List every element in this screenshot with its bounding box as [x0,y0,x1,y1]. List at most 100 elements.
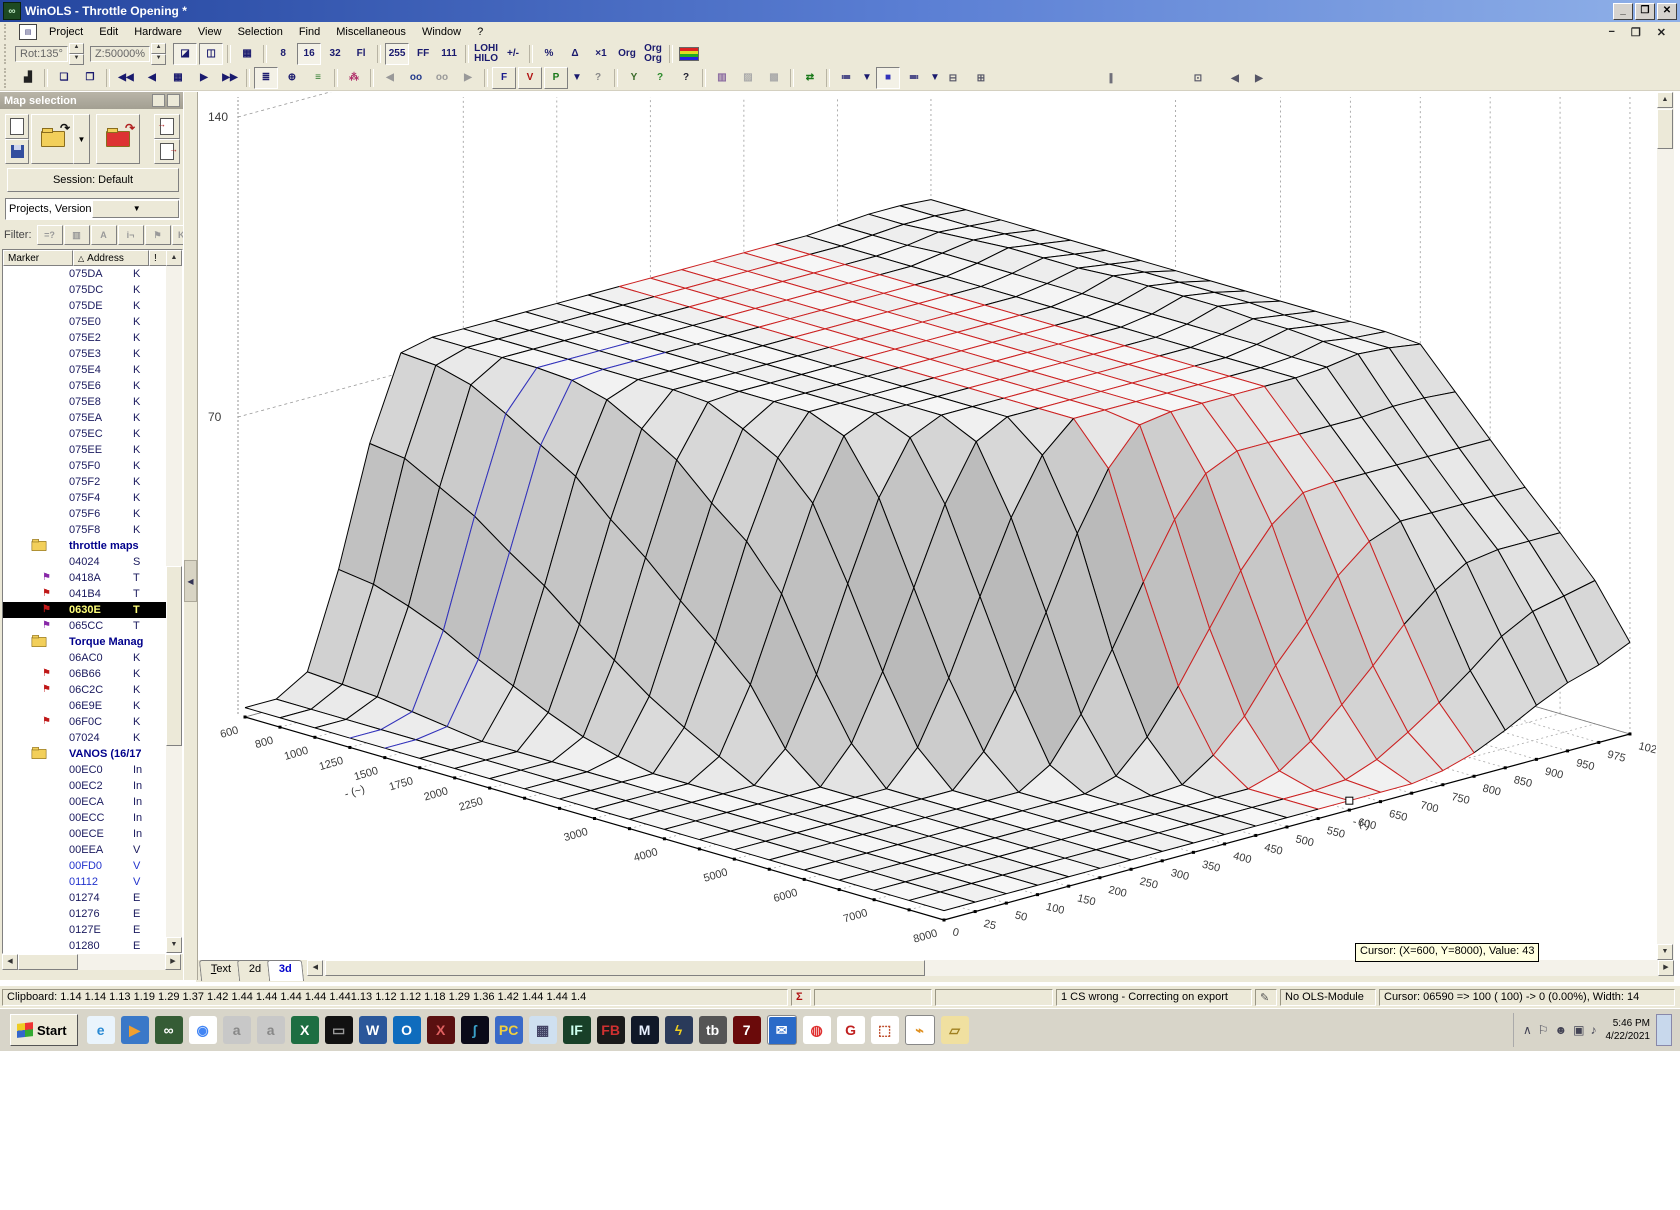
value-bin-button[interactable]: 111 [437,43,461,65]
ie-icon[interactable]: e [86,1016,115,1044]
map-list[interactable]: Marker △ Address ! 075DA K 075DC K 075DE K 075E… [2,249,183,954]
zoom-spinner[interactable]: Z:50000% ▲ ▼ [89,43,167,65]
view-3d-solid-button[interactable]: ◫ [199,43,224,65]
dark-app-icon[interactable]: ʃ [460,1016,489,1044]
drop-1-button[interactable]: ▼ [860,67,874,89]
map-row[interactable]: 00EEA V [3,842,182,858]
show-desktop-button[interactable] [1656,1014,1672,1046]
map-row[interactable]: ⚑ 06F0C K [3,714,182,730]
folder-row[interactable]: VANOS (16/17 [3,746,182,762]
panel-collapse-button[interactable]: ◀ [184,560,197,602]
list-options-2-button[interactable]: ≕ [902,67,926,89]
value-hex-button[interactable]: FF [411,43,435,65]
map-row[interactable]: 075F4 K [3,490,182,506]
map-row[interactable]: 075E4 K [3,362,182,378]
zoom-down-icon[interactable]: ▼ [151,54,167,65]
tile-vertical-icon[interactable]: ⊞ [969,68,993,90]
search-binocular-grey-button[interactable]: oo [430,67,454,89]
new-project-button[interactable] [5,114,29,139]
column-address[interactable]: △ Address [73,250,149,266]
map-wizard-button[interactable]: ▥ [710,67,734,89]
map-row[interactable]: ⚑ 065CC T [3,618,182,634]
menu-find[interactable]: Find [291,24,328,40]
map-row[interactable]: 075F2 K [3,474,182,490]
map-row[interactable]: 0127E E [3,922,182,938]
messenger-tray-icon[interactable]: ☻ [1555,1023,1568,1037]
view-drop-button[interactable]: ▼ [570,67,584,89]
map-row[interactable]: 075DA K [3,266,182,282]
filter-button[interactable]: Y [622,67,646,89]
grey-app-1-icon[interactable]: a [222,1016,251,1044]
script-button[interactable]: ≡ [306,67,330,89]
filter-button-2[interactable]: A [90,225,117,245]
if-app-icon[interactable]: IF [562,1016,591,1044]
filter-button-3[interactable]: i¬ [117,225,144,245]
view-3d-wire-button[interactable]: ◪ [173,43,198,65]
map-row[interactable]: 00ECE In [3,826,182,842]
map-row[interactable]: ⚑ 0418A T [3,570,182,586]
map-row[interactable]: 04024 S [3,554,182,570]
wrench-icon[interactable]: ⌁ [904,1015,935,1045]
map-row[interactable]: 00EC2 In [3,778,182,794]
grey-app-2-icon[interactable]: a [256,1016,285,1044]
close-button[interactable]: ✕ [1657,2,1677,20]
flag-tray-icon[interactable]: ⚐ [1538,1023,1549,1037]
window-new-icon[interactable]: ❏ [52,67,76,89]
filter-button-0[interactable]: =? [36,225,63,245]
window-arrange-icon[interactable]: ❐ [78,67,102,89]
map-row[interactable]: 00ECA In [3,794,182,810]
nav-first-button[interactable]: ◀◀ [114,67,138,89]
diff-next-button[interactable]: ▶ [456,67,480,89]
panel-title-bar[interactable]: Map selection [0,92,183,109]
list-vscroll-thumb[interactable] [166,566,182,746]
x-ee-icon[interactable]: X [426,1016,455,1044]
start-button[interactable]: Start [10,1014,78,1046]
session-button[interactable]: Session: Default [7,168,179,192]
tb-circle-icon[interactable]: tb [698,1016,727,1044]
map-wizard-3-button[interactable]: ▩ [762,67,786,89]
column-marker[interactable]: Marker [3,250,73,266]
map-row[interactable]: 075DE K [3,298,182,314]
drop-2-button[interactable]: ▼ [928,67,942,89]
pc-app-icon[interactable]: PC [494,1016,523,1044]
map-row[interactable]: 075E8 K [3,394,182,410]
show-project-button[interactable]: P [544,67,568,89]
rot-up-icon[interactable]: ▲ [68,43,84,54]
word-icon[interactable]: W [358,1016,387,1044]
sign-button[interactable]: +/- [501,43,525,65]
export-refresh-button[interactable]: ⇄ [798,67,822,89]
nav-next-button[interactable]: ▶ [192,67,216,89]
pause-columns-icon[interactable]: ∥ [1099,68,1123,90]
menu-window[interactable]: Window [414,24,469,40]
map-row[interactable]: 01280 E [3,938,182,953]
menu-?[interactable]: ? [469,24,491,40]
opera-privacy-icon[interactable]: ◍ [802,1016,831,1044]
diff-prev-button[interactable]: ◀ [378,67,402,89]
map-row[interactable]: 01276 E [3,906,182,922]
menu-project[interactable]: Project [41,24,91,40]
title-bar[interactable]: ∞ WinOLS - Throttle Opening * _ ❐ ✕ [0,0,1680,22]
combo-arrow-icon[interactable]: ▼ [91,200,179,218]
open-dropdown-button[interactable]: ▼ [73,114,90,164]
open-project-button[interactable]: ↷ [31,114,75,164]
panel-close-icon[interactable] [167,94,180,107]
width-32-button[interactable]: 32 [323,43,347,65]
chip-fb-icon[interactable]: FB [596,1016,625,1044]
menu-hardware[interactable]: Hardware [126,24,190,40]
restore-button[interactable]: ❐ [1635,2,1655,20]
save-button[interactable] [5,139,29,164]
percent-button[interactable]: % [537,43,561,65]
map-wizard-2-button[interactable]: ▨ [736,67,760,89]
panel-pin-icon[interactable] [152,94,165,107]
show-version-button[interactable]: V [518,67,542,89]
map-row[interactable]: ⚑ 06C2C K [3,682,182,698]
menu-selection[interactable]: Selection [230,24,291,40]
map-row[interactable]: 075EE K [3,442,182,458]
map-row[interactable]: 01112 V [3,874,182,890]
grid-view-button[interactable]: ▦ [235,43,259,65]
preview-button[interactable]: ⊕ [280,67,304,89]
map-row[interactable]: 075DC K [3,282,182,298]
minimize-button[interactable]: _ [1613,2,1633,20]
map-row[interactable]: 00EC0 In [3,762,182,778]
map-grid-button[interactable]: ▦ [166,67,190,89]
